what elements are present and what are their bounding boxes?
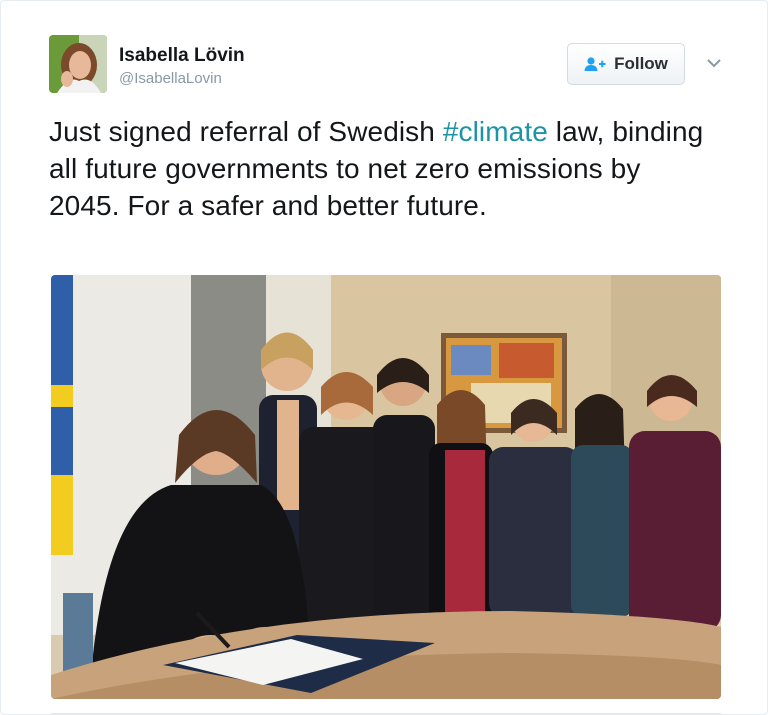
photo-signing-ceremony <box>51 275 721 699</box>
follow-button-label: Follow <box>614 54 668 73</box>
avatar[interactable] <box>49 35 107 93</box>
avatar-image <box>49 35 107 93</box>
tweet-text-part-1: Just signed referral of Swedish <box>49 116 443 147</box>
hashtag-link[interactable]: #climate <box>443 116 548 147</box>
tweet-text: Just signed referral of Swedish #climate… <box>49 113 709 224</box>
display-name[interactable]: Isabella Lövin <box>119 45 245 67</box>
follow-person-plus-icon <box>584 57 606 71</box>
bottom-divider <box>51 713 721 714</box>
chevron-down-icon <box>707 59 721 68</box>
follow-button[interactable]: Follow <box>567 43 685 85</box>
tweet-card: Isabella Lövin @IsabellaLovin Follow Jus… <box>0 0 768 715</box>
more-options-dropdown[interactable] <box>705 56 723 70</box>
user-handle[interactable]: @IsabellaLovin <box>119 70 222 87</box>
tweet-photo[interactable] <box>51 275 721 699</box>
